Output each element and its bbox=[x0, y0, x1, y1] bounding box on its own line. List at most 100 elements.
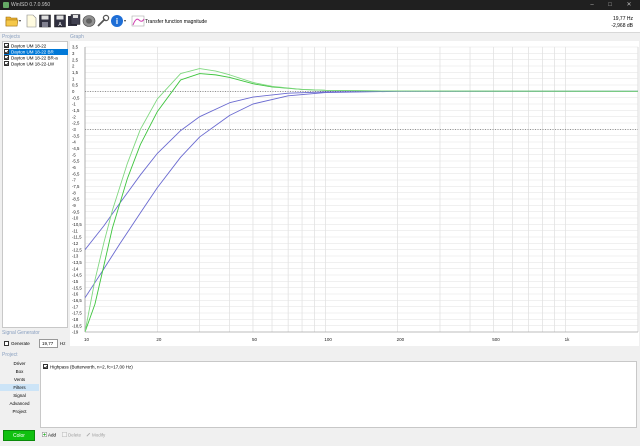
project-item[interactable]: Dayton UM 18-22-LW bbox=[4, 61, 68, 67]
modify-button[interactable]: Modify bbox=[86, 432, 105, 439]
tools-icon[interactable] bbox=[96, 13, 110, 29]
y-tick-label: 2 bbox=[72, 64, 75, 69]
cursor-level: -2,968 dB bbox=[611, 23, 633, 29]
generate-checkbox[interactable] bbox=[4, 341, 9, 346]
y-tick-label: -0,5 bbox=[72, 95, 80, 100]
save-all-icon[interactable] bbox=[67, 13, 81, 29]
y-tick-label: -18 bbox=[72, 317, 79, 322]
project-section-label: Project bbox=[2, 352, 18, 358]
nav-advanced[interactable]: Advanced bbox=[0, 400, 39, 407]
modify-label: Modify bbox=[92, 432, 106, 438]
cursor-readout: 19,77 Hz -2,968 dB bbox=[611, 16, 633, 30]
nav-filters[interactable]: Filters bbox=[0, 384, 39, 391]
transfer-function-chart[interactable]: 3,532,5 21,51 0,50-0,5 -1-1,5-2 -2,5-3-3,5 -4… bbox=[70, 41, 639, 346]
project-label: Dayton UM 18-22 BR-a bbox=[11, 55, 58, 61]
projects-section-label: Projects bbox=[2, 34, 21, 40]
y-tick-label: 0,5 bbox=[72, 83, 79, 88]
y-tick-label: -3 bbox=[72, 127, 76, 132]
y-tick-label: -2,5 bbox=[72, 121, 80, 126]
add-label: Add bbox=[48, 432, 57, 438]
generator-frequency-unit: Hz bbox=[60, 341, 66, 346]
project-label: Dayton UM 18-22-LW bbox=[11, 61, 55, 67]
graph-type-icon[interactable] bbox=[131, 13, 145, 29]
x-tick-label: 20 bbox=[156, 337, 162, 342]
project-label: Dayton UM 18-22 BR bbox=[11, 49, 54, 55]
nav-project[interactable]: Project bbox=[0, 408, 39, 415]
open-folder-icon[interactable] bbox=[5, 13, 19, 29]
modify-icon bbox=[86, 432, 91, 437]
y-tick-label: -17 bbox=[72, 304, 79, 309]
nav-box[interactable]: Box bbox=[0, 368, 39, 375]
project-nav: Driver Box Vents Filters Signal Advanced… bbox=[0, 360, 39, 420]
graph-panel[interactable]: 3,5 3 2,5 2 1,5 1 0,5 0 -0,5 -1 -1,5 -2 -2,5 -3 -3,5 -4… bbox=[70, 41, 639, 346]
y-tick-label: -16,5 bbox=[72, 298, 82, 303]
open-dropdown-icon[interactable]: ▾ bbox=[19, 18, 21, 23]
y-tick-label: 1,5 bbox=[72, 70, 79, 75]
y-tick-label: -13 bbox=[72, 254, 79, 259]
info-icon[interactable]: i bbox=[110, 13, 124, 29]
add-button[interactable]: Add bbox=[42, 432, 56, 439]
svg-text:i: i bbox=[116, 17, 118, 26]
info-dropdown-icon[interactable]: ▾ bbox=[124, 18, 126, 23]
y-tick-label: -11,5 bbox=[72, 235, 82, 240]
y-tick-label: 3,5 bbox=[72, 45, 79, 50]
cursor-frequency: 19,77 Hz bbox=[612, 16, 633, 22]
y-tick-label: -2 bbox=[72, 114, 76, 119]
series-line bbox=[85, 90, 638, 299]
new-file-icon[interactable] bbox=[24, 13, 38, 29]
x-tick-label: 1k bbox=[565, 337, 571, 342]
y-tick-label: -16 bbox=[72, 292, 79, 297]
title-bar: WinISD 0.7.0.950 – □ ✕ bbox=[0, 0, 640, 10]
series-line bbox=[85, 68, 638, 332]
y-tick-label: -1,5 bbox=[72, 108, 80, 113]
nav-vents[interactable]: Vents bbox=[0, 376, 39, 383]
project-checkbox[interactable] bbox=[4, 55, 9, 60]
maximize-icon[interactable]: □ bbox=[602, 1, 618, 9]
filter-checkbox[interactable] bbox=[43, 364, 48, 369]
project-checkbox[interactable] bbox=[4, 49, 9, 54]
x-tick-label: 50 bbox=[252, 337, 258, 342]
y-tick-label: 0 bbox=[72, 89, 75, 94]
y-tick-label: -3,5 bbox=[72, 133, 80, 138]
y-tick-label: -18,5 bbox=[72, 323, 82, 328]
y-tick-label: -14,5 bbox=[72, 273, 82, 278]
graph-type-label[interactable]: Transfer function magnitude bbox=[145, 19, 207, 25]
close-icon[interactable]: ✕ bbox=[621, 1, 637, 9]
toolbar: ▾ A i ▾ Transfer function magnitude 19,7… bbox=[0, 10, 640, 33]
y-tick-label: -7,5 bbox=[72, 184, 80, 189]
add-icon bbox=[42, 432, 47, 437]
y-tick-label: -10 bbox=[72, 216, 79, 221]
color-button[interactable]: Color bbox=[3, 430, 35, 441]
y-tick-label: -8 bbox=[72, 190, 76, 195]
y-tick-label: -19 bbox=[72, 330, 79, 335]
y-tick-label: -9 bbox=[72, 203, 76, 208]
series-line bbox=[85, 73, 638, 332]
driver-editor-icon[interactable] bbox=[82, 13, 96, 29]
filter-item[interactable]: Highpass (Butterworth, n=2, fc=17,00 Hz) bbox=[43, 364, 133, 371]
save-as-icon[interactable]: A bbox=[53, 13, 67, 29]
series-line bbox=[85, 90, 638, 250]
y-tick-label: -15 bbox=[72, 279, 79, 284]
filter-label: Highpass (Butterworth, n=2, fc=17,00 Hz) bbox=[50, 364, 133, 370]
projects-list: Dayton UM 18-22 Dayton UM 18-22 BR Dayto… bbox=[2, 41, 68, 328]
y-tick-label: 1 bbox=[72, 76, 75, 81]
signal-generator-panel: Generate 19,77 Hz bbox=[4, 338, 68, 350]
x-tick-label: 100 bbox=[324, 337, 332, 342]
generator-frequency-input[interactable]: 19,77 bbox=[39, 339, 58, 348]
x-tick-label: 200 bbox=[397, 337, 405, 342]
x-tick-label: 10 bbox=[84, 337, 90, 342]
y-tick-label: -11 bbox=[72, 228, 79, 233]
y-tick-label: -5 bbox=[72, 152, 76, 157]
project-checkbox[interactable] bbox=[4, 61, 9, 66]
y-tick-label: 3 bbox=[72, 51, 75, 56]
minimize-icon[interactable]: – bbox=[584, 1, 600, 9]
save-icon[interactable] bbox=[38, 13, 52, 29]
delete-button[interactable]: Delete bbox=[62, 432, 81, 439]
y-tick-label: -12,5 bbox=[72, 247, 82, 252]
signal-generator-section-label: Signal Generator bbox=[2, 330, 40, 336]
nav-driver[interactable]: Driver bbox=[0, 360, 39, 367]
nav-signal[interactable]: Signal bbox=[0, 392, 39, 399]
graph-section-label: Graph bbox=[70, 34, 84, 40]
project-checkbox[interactable] bbox=[4, 43, 9, 48]
y-tick-label: 2,5 bbox=[72, 57, 79, 62]
